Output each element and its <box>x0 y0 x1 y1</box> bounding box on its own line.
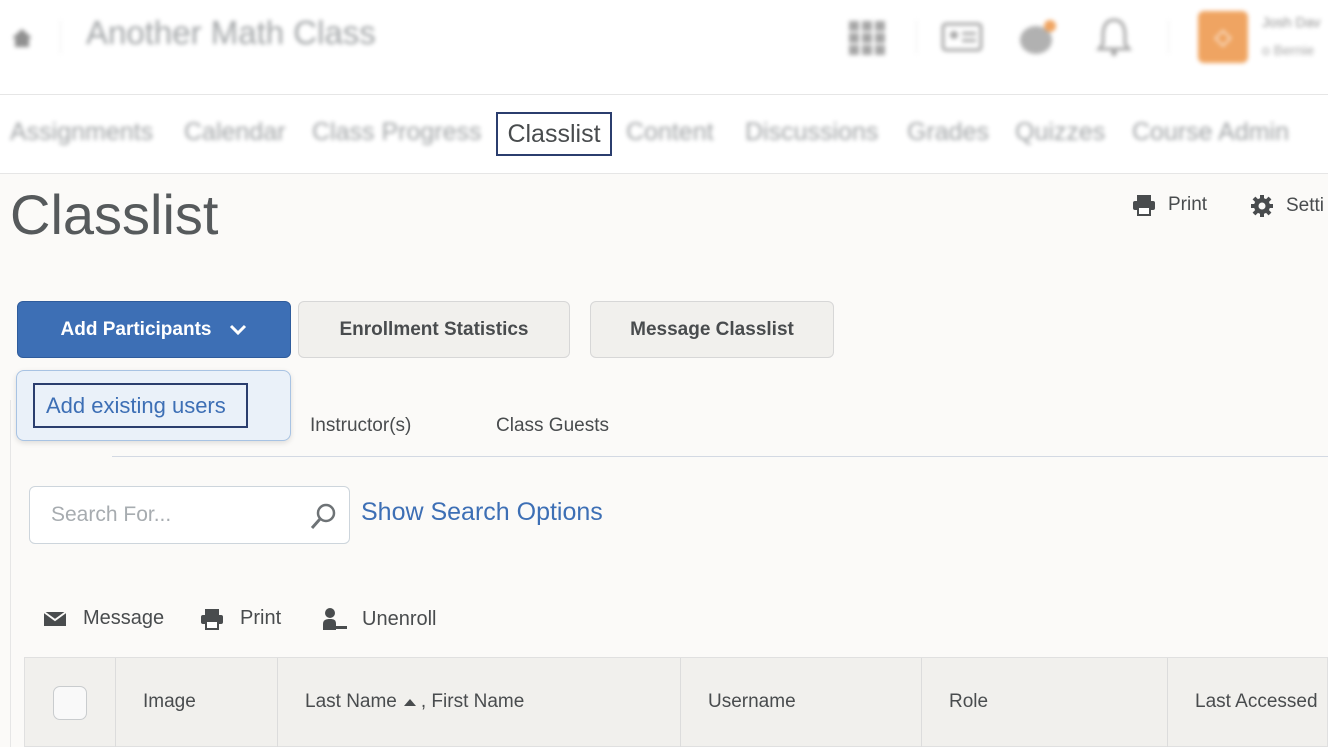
user-name[interactable]: Josh Dav <box>1262 14 1320 30</box>
nav-item-calendar[interactable]: Calendar <box>184 118 285 147</box>
classlist-table-header: Image Last Name , First Name Username Ro… <box>24 657 1328 747</box>
sort-ascending-icon <box>403 699 416 706</box>
message-classlist-button[interactable]: Message Classlist <box>590 301 834 358</box>
envelope-icon <box>43 610 67 626</box>
divider <box>1168 20 1169 54</box>
column-last-accessed[interactable]: Last Accessed <box>1195 691 1318 713</box>
print-action-label: Print <box>240 607 282 629</box>
tab-instructors[interactable]: Instructor(s) <box>310 415 411 437</box>
column-last-name[interactable]: Last Name <box>305 691 397 713</box>
column-role[interactable]: Role <box>949 691 988 713</box>
print-page-label: Print <box>1168 194 1208 215</box>
column-first-name[interactable]: , First Name <box>421 691 524 713</box>
home-icon[interactable] <box>10 27 34 49</box>
id-badge-icon[interactable] <box>940 20 984 54</box>
course-title[interactable]: Another Math Class <box>86 14 376 52</box>
tabs-divider <box>112 456 1328 457</box>
avatar[interactable]: ◇ <box>1198 11 1248 63</box>
nav-item-content[interactable]: Content <box>626 118 714 147</box>
nav-item-grades[interactable]: Grades <box>907 118 989 147</box>
divider <box>60 20 61 54</box>
printer-icon <box>1133 195 1155 216</box>
nav-item-class-progress[interactable]: Class Progress <box>312 118 482 147</box>
nav-item-discussions[interactable]: Discussions <box>745 118 878 147</box>
select-all-checkbox[interactable] <box>53 686 87 720</box>
nav-item-quizzes[interactable]: Quizzes <box>1015 118 1105 147</box>
gear-icon <box>1251 195 1273 217</box>
column-divider <box>1167 658 1168 747</box>
column-divider <box>921 658 922 747</box>
avatar-glyph: ◇ <box>1214 24 1232 49</box>
column-divider <box>680 658 681 747</box>
add-participants-menu: Add existing users <box>16 370 291 441</box>
message-action-label: Message <box>83 607 165 629</box>
show-search-options-link[interactable]: Show Search Options <box>361 498 603 527</box>
settings-label: Setti <box>1286 195 1325 216</box>
print-page-button[interactable]: Print <box>1132 194 1207 216</box>
tab-frame <box>10 400 11 747</box>
tab-class-guests[interactable]: Class Guests <box>496 415 609 437</box>
menu-item-add-existing-users[interactable]: Add existing users <box>33 383 248 428</box>
enrollment-statistics-button[interactable]: Enrollment Statistics <box>298 301 570 358</box>
print-action[interactable]: Print <box>200 607 281 630</box>
column-image: Image <box>143 691 196 712</box>
printer-icon <box>201 608 223 630</box>
remove-user-icon <box>323 608 347 630</box>
user-role: o Bernie <box>1262 42 1315 58</box>
settings-button[interactable]: Setti <box>1250 194 1324 218</box>
add-participants-button[interactable]: Add Participants <box>17 301 291 358</box>
unenroll-action-label: Unenroll <box>362 607 437 630</box>
course-navbar: Assignments Calendar Class Progress Cont… <box>0 94 1328 174</box>
message-action[interactable]: Message <box>43 607 164 630</box>
column-username[interactable]: Username <box>708 691 796 713</box>
divider <box>916 20 917 54</box>
page-title: Classlist <box>10 183 219 246</box>
unenroll-action[interactable]: Unenroll <box>322 607 436 631</box>
column-name[interactable]: Last Name , First Name <box>305 691 524 713</box>
nav-item-classlist[interactable]: Classlist <box>496 112 612 156</box>
grid-icon[interactable] <box>848 20 886 56</box>
search-icon[interactable] <box>310 502 338 530</box>
column-divider <box>277 658 278 747</box>
chevron-down-icon <box>230 324 247 335</box>
chat-icon[interactable] <box>1016 18 1060 58</box>
search-placeholder: Search For... <box>51 503 172 526</box>
nav-item-course-admin[interactable]: Course Admin <box>1132 118 1289 147</box>
bell-icon[interactable] <box>1094 16 1134 58</box>
search-input[interactable]: Search For... <box>29 486 350 544</box>
column-divider <box>115 658 116 747</box>
top-bar: Another Math Class ◇ Josh Dav o Bernie <box>0 0 1328 94</box>
nav-item-assignments[interactable]: Assignments <box>10 118 153 147</box>
add-participants-label: Add Participants <box>60 318 212 340</box>
